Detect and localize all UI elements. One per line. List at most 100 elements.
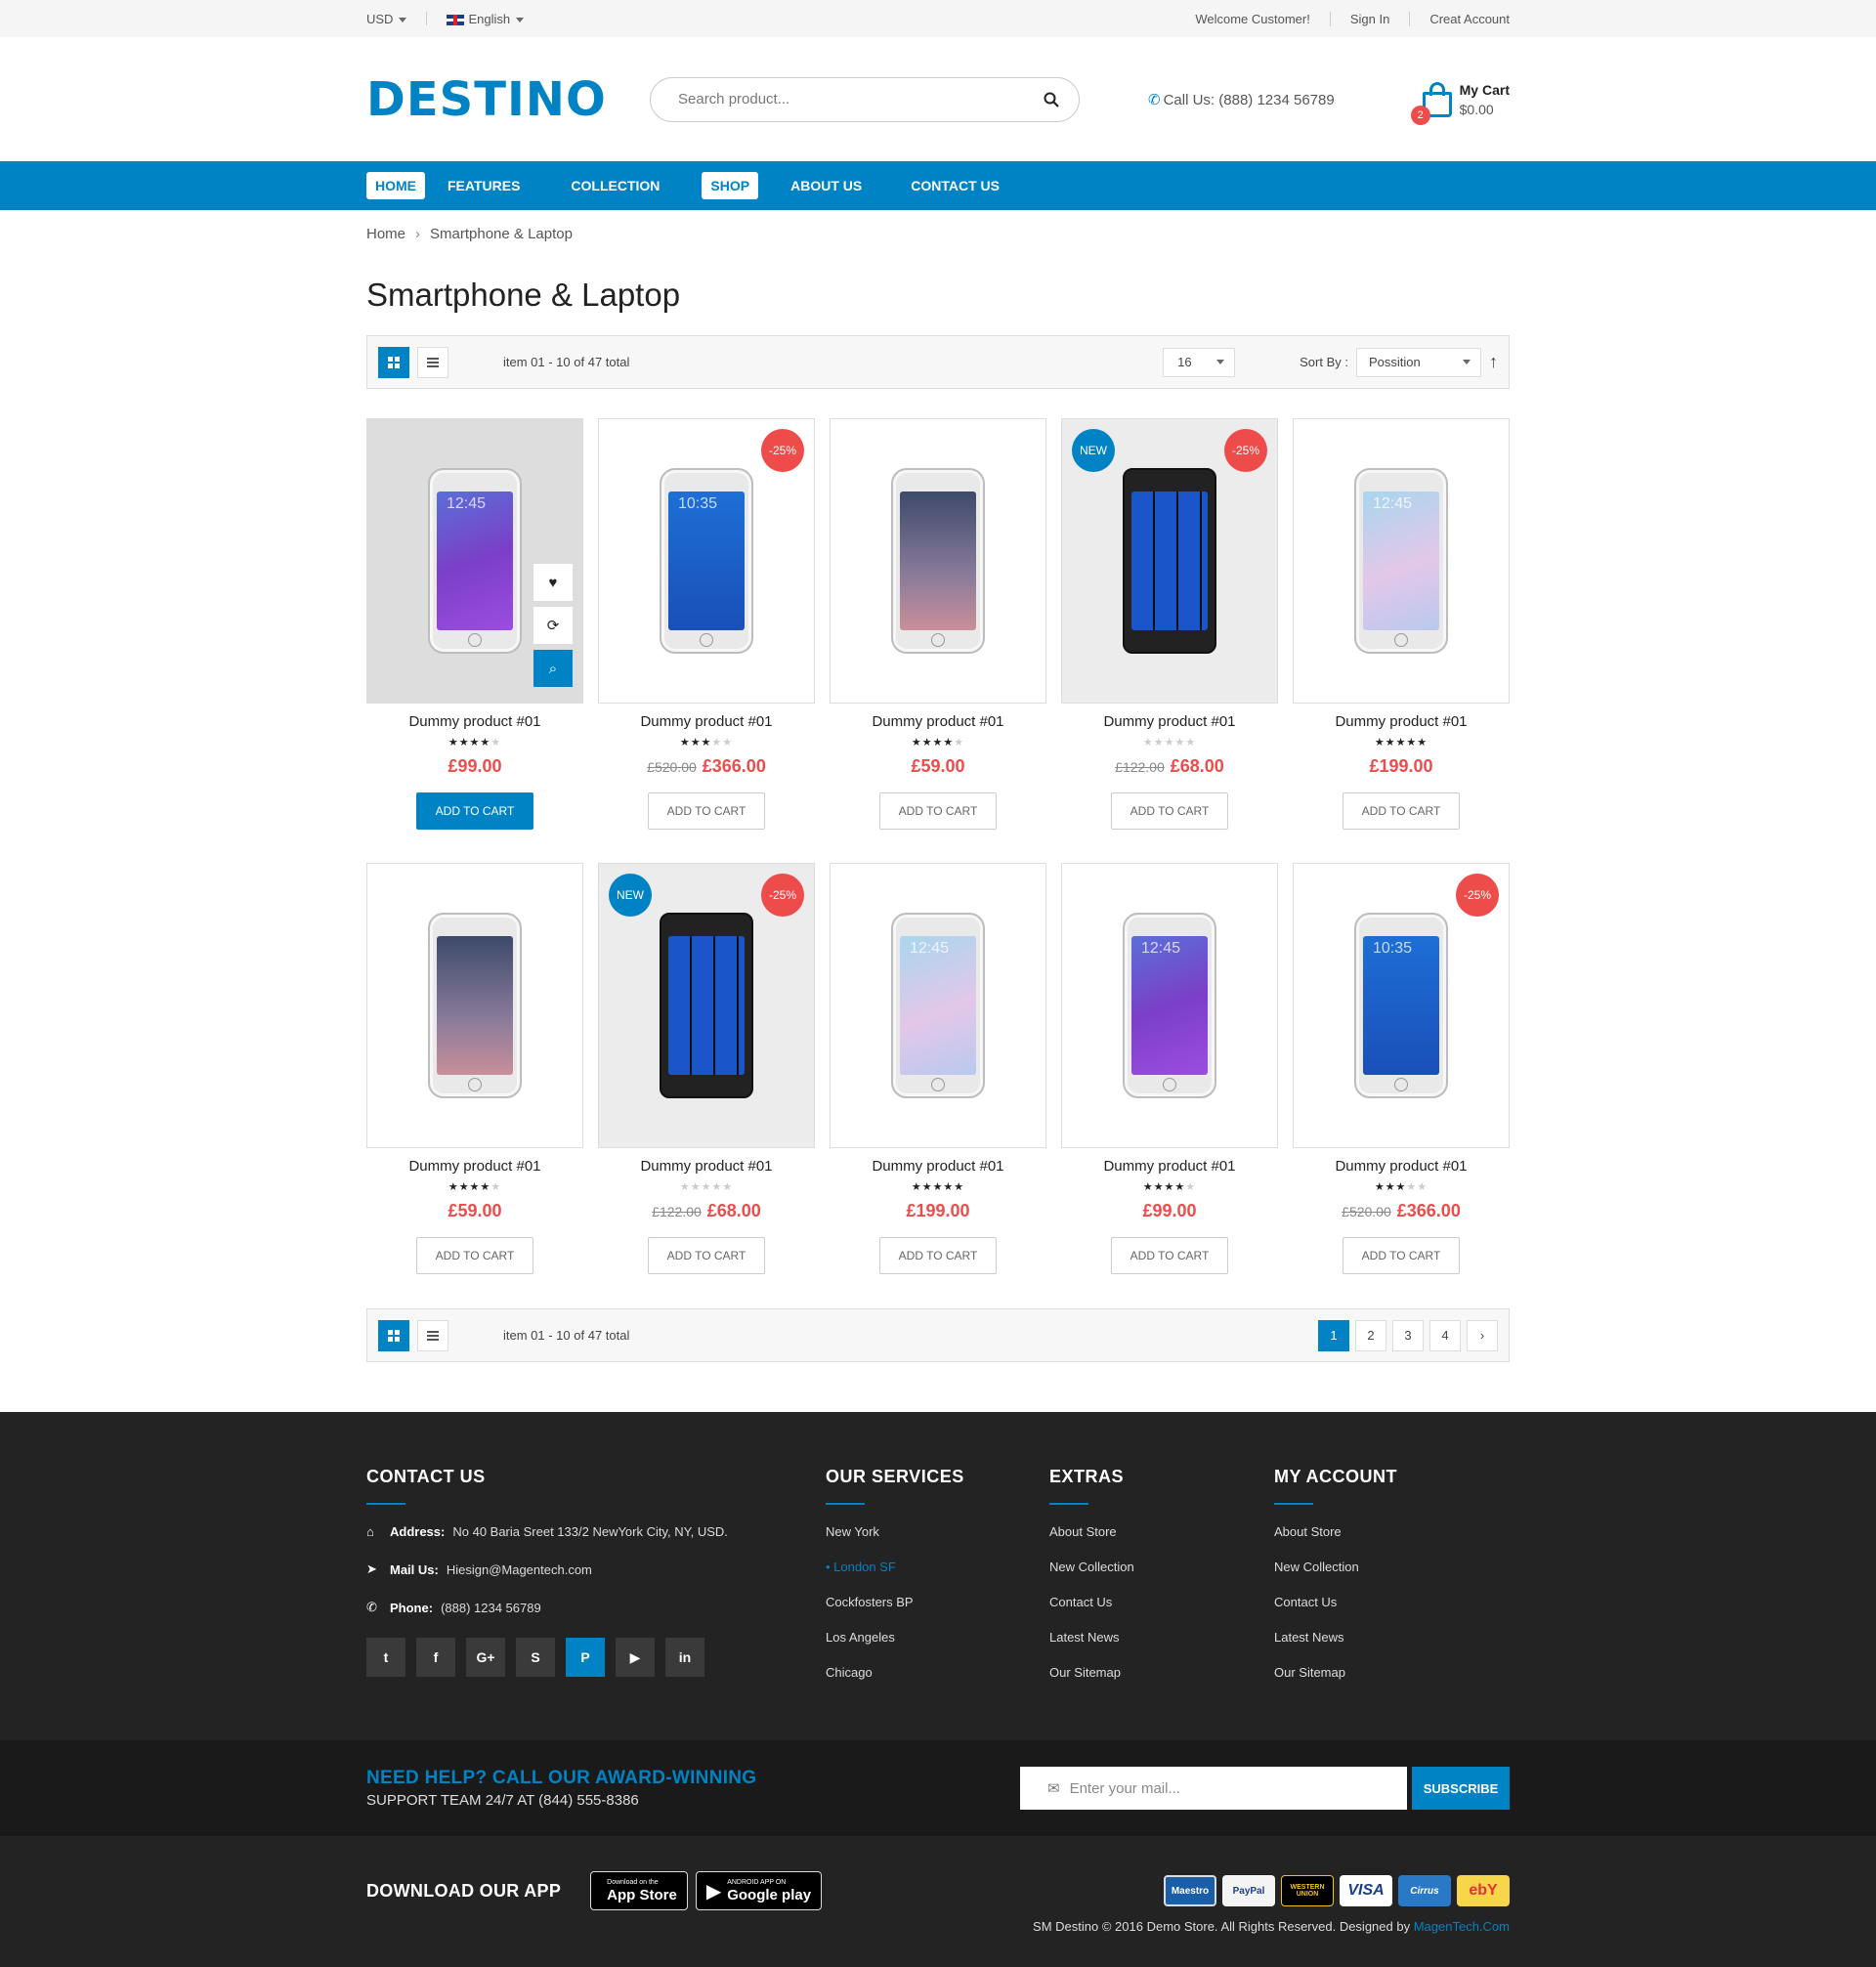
current-price: £99.00 (1142, 1201, 1197, 1220)
account-link[interactable]: Latest News (1274, 1630, 1470, 1645)
product-name[interactable]: Dummy product #01 (1061, 1158, 1278, 1175)
search-icon[interactable] (1044, 92, 1059, 107)
product-name[interactable]: Dummy product #01 (366, 1158, 583, 1175)
list-view-button[interactable] (417, 346, 448, 378)
add-to-cart-button[interactable]: ADD TO CART (648, 792, 765, 830)
youtube-icon[interactable]: ▶ (616, 1638, 655, 1677)
sign-in-link[interactable]: Sign In (1329, 11, 1409, 26)
product-name[interactable]: Dummy product #01 (830, 713, 1046, 730)
add-to-cart-button[interactable]: ADD TO CART (879, 1237, 997, 1274)
currency-dropdown[interactable]: USD (366, 12, 407, 26)
nav-shop[interactable]: SHOP (702, 172, 759, 199)
linkedin-icon[interactable]: in (665, 1638, 704, 1677)
account-link[interactable]: Our Sitemap (1274, 1665, 1470, 1680)
footer-contact: CONTACT US ⌂ Address: No 40 Baria Sreet 13… (366, 1467, 826, 1700)
google-plus-icon[interactable]: G+ (466, 1638, 505, 1677)
extras-link[interactable]: New Collection (1049, 1560, 1274, 1574)
extras-link[interactable]: Latest News (1049, 1630, 1274, 1645)
search-input[interactable]: Search product... (650, 76, 1080, 122)
add-to-cart-button[interactable]: ADD TO CART (648, 1237, 765, 1274)
grid-view-button[interactable] (378, 1319, 409, 1351)
account-link[interactable]: Contact Us (1274, 1595, 1470, 1609)
app-bar: DOWNLOAD OUR APP Download on the App Stor… (0, 1836, 1876, 1967)
add-to-cart-button[interactable]: ADD TO CART (1111, 1237, 1228, 1274)
product-image[interactable]: NEW -25% (598, 863, 815, 1148)
app-store-button[interactable]: Download on the App Store (590, 1871, 688, 1910)
nav-home[interactable]: HOME (366, 172, 425, 199)
phone-image: 10:35 (660, 468, 753, 654)
product-name[interactable]: Dummy product #01 (598, 1158, 815, 1175)
grid-view-button[interactable] (378, 346, 409, 378)
add-to-cart-button[interactable]: ADD TO CART (1343, 792, 1460, 830)
extras-link[interactable]: About Store (1049, 1524, 1274, 1539)
service-link[interactable]: • London SF (826, 1560, 1049, 1574)
nav-about-us[interactable]: ABOUT US (782, 172, 871, 199)
nav-collection[interactable]: COLLECTION (562, 172, 668, 199)
service-link[interactable]: Los Angeles (826, 1630, 1049, 1645)
mail-value[interactable]: Hiesign@Magentech.com (447, 1562, 592, 1577)
product-name[interactable]: Dummy product #01 (830, 1158, 1046, 1175)
limit-select[interactable]: 16 (1163, 347, 1236, 377)
product-image[interactable]: 12:45 (830, 863, 1046, 1148)
nav-features[interactable]: FEATURES (439, 172, 529, 199)
add-to-cart-button[interactable]: ADD TO CART (879, 792, 997, 830)
service-link[interactable]: Cockfosters BP (826, 1595, 1049, 1609)
sort-direction-icon[interactable]: ↑ (1489, 352, 1498, 372)
pinterest-icon[interactable]: P (566, 1638, 605, 1677)
product-name[interactable]: Dummy product #01 (1061, 713, 1278, 730)
account-link[interactable]: New Collection (1274, 1560, 1470, 1574)
skype-icon[interactable]: S (516, 1638, 555, 1677)
add-to-cart-button[interactable]: ADD TO CART (416, 792, 533, 830)
page-3[interactable]: 3 (1392, 1319, 1424, 1351)
product-image[interactable]: 10:35 -25% (598, 418, 815, 704)
product-name[interactable]: Dummy product #01 (366, 713, 583, 730)
facebook-icon[interactable]: f (416, 1638, 455, 1677)
add-to-cart-button[interactable]: ADD TO CART (416, 1237, 533, 1274)
product-price: £99.00 (366, 756, 583, 777)
subscribe-button[interactable]: SUBSCRIBE (1412, 1767, 1510, 1810)
product-name[interactable]: Dummy product #01 (598, 713, 815, 730)
list-view-button[interactable] (417, 1319, 448, 1351)
sort-select[interactable]: Possition (1356, 347, 1481, 377)
product-name[interactable]: Dummy product #01 (1293, 1158, 1510, 1175)
product-image[interactable] (830, 418, 1046, 704)
extras-link[interactable]: Contact Us (1049, 1595, 1274, 1609)
google-play-button[interactable]: ▶ ANDROID APP ON Google play (695, 1871, 823, 1910)
nav-contact-us[interactable]: CONTACT US (902, 172, 1008, 199)
service-link[interactable]: Chicago (826, 1665, 1049, 1680)
page-2[interactable]: 2 (1355, 1319, 1386, 1351)
create-account-link[interactable]: Creat Account (1409, 11, 1510, 26)
service-link[interactable]: New York (826, 1524, 1049, 1539)
product-card: Dummy product #01 ★★★★★ £59.00 ADD TO CART (830, 418, 1046, 863)
page-1[interactable]: 1 (1318, 1319, 1349, 1351)
product-image[interactable]: 12:45 ♥ ⟳ ⌕ (366, 418, 583, 704)
grid-icon (388, 356, 400, 368)
designer-link[interactable]: MagenTech.Com (1414, 1919, 1510, 1934)
product-image[interactable]: 12:45 (1061, 863, 1278, 1148)
twitter-icon[interactable]: t (366, 1638, 405, 1677)
page-4[interactable]: 4 (1429, 1319, 1461, 1351)
heart-icon[interactable]: ♥ (533, 564, 573, 601)
breadcrumb-home[interactable]: Home (366, 226, 405, 242)
quick-view-search-icon[interactable]: ⌕ (533, 650, 573, 687)
compare-icon[interactable]: ⟳ (533, 607, 573, 644)
logo[interactable]: DESTINO (366, 72, 650, 127)
product-image[interactable] (366, 863, 583, 1148)
chevron-right-icon: › (415, 226, 421, 242)
product-image[interactable]: 12:45 (1293, 418, 1510, 704)
newsletter-email-input[interactable]: ✉ Enter your mail... (1020, 1767, 1407, 1810)
product-image[interactable]: NEW -25% (1061, 418, 1278, 704)
account-link[interactable]: About Store (1274, 1524, 1470, 1539)
product-name[interactable]: Dummy product #01 (1293, 713, 1510, 730)
mini-cart[interactable]: 2 My Cart $0.00 (1410, 80, 1510, 125)
add-to-cart-button[interactable]: ADD TO CART (1111, 792, 1228, 830)
home-icon: ⌂ (366, 1524, 374, 1539)
chevron-down-icon (516, 17, 525, 22)
extras-link[interactable]: Our Sitemap (1049, 1665, 1274, 1680)
language-dropdown[interactable]: English (447, 12, 525, 26)
next-page-button[interactable]: › (1467, 1319, 1498, 1351)
rating-stars: ★★★★★ (1374, 737, 1428, 748)
product-image[interactable]: 10:35 -25% (1293, 863, 1510, 1148)
add-to-cart-button[interactable]: ADD TO CART (1343, 1237, 1460, 1274)
phone-image: 12:45 (428, 468, 522, 654)
